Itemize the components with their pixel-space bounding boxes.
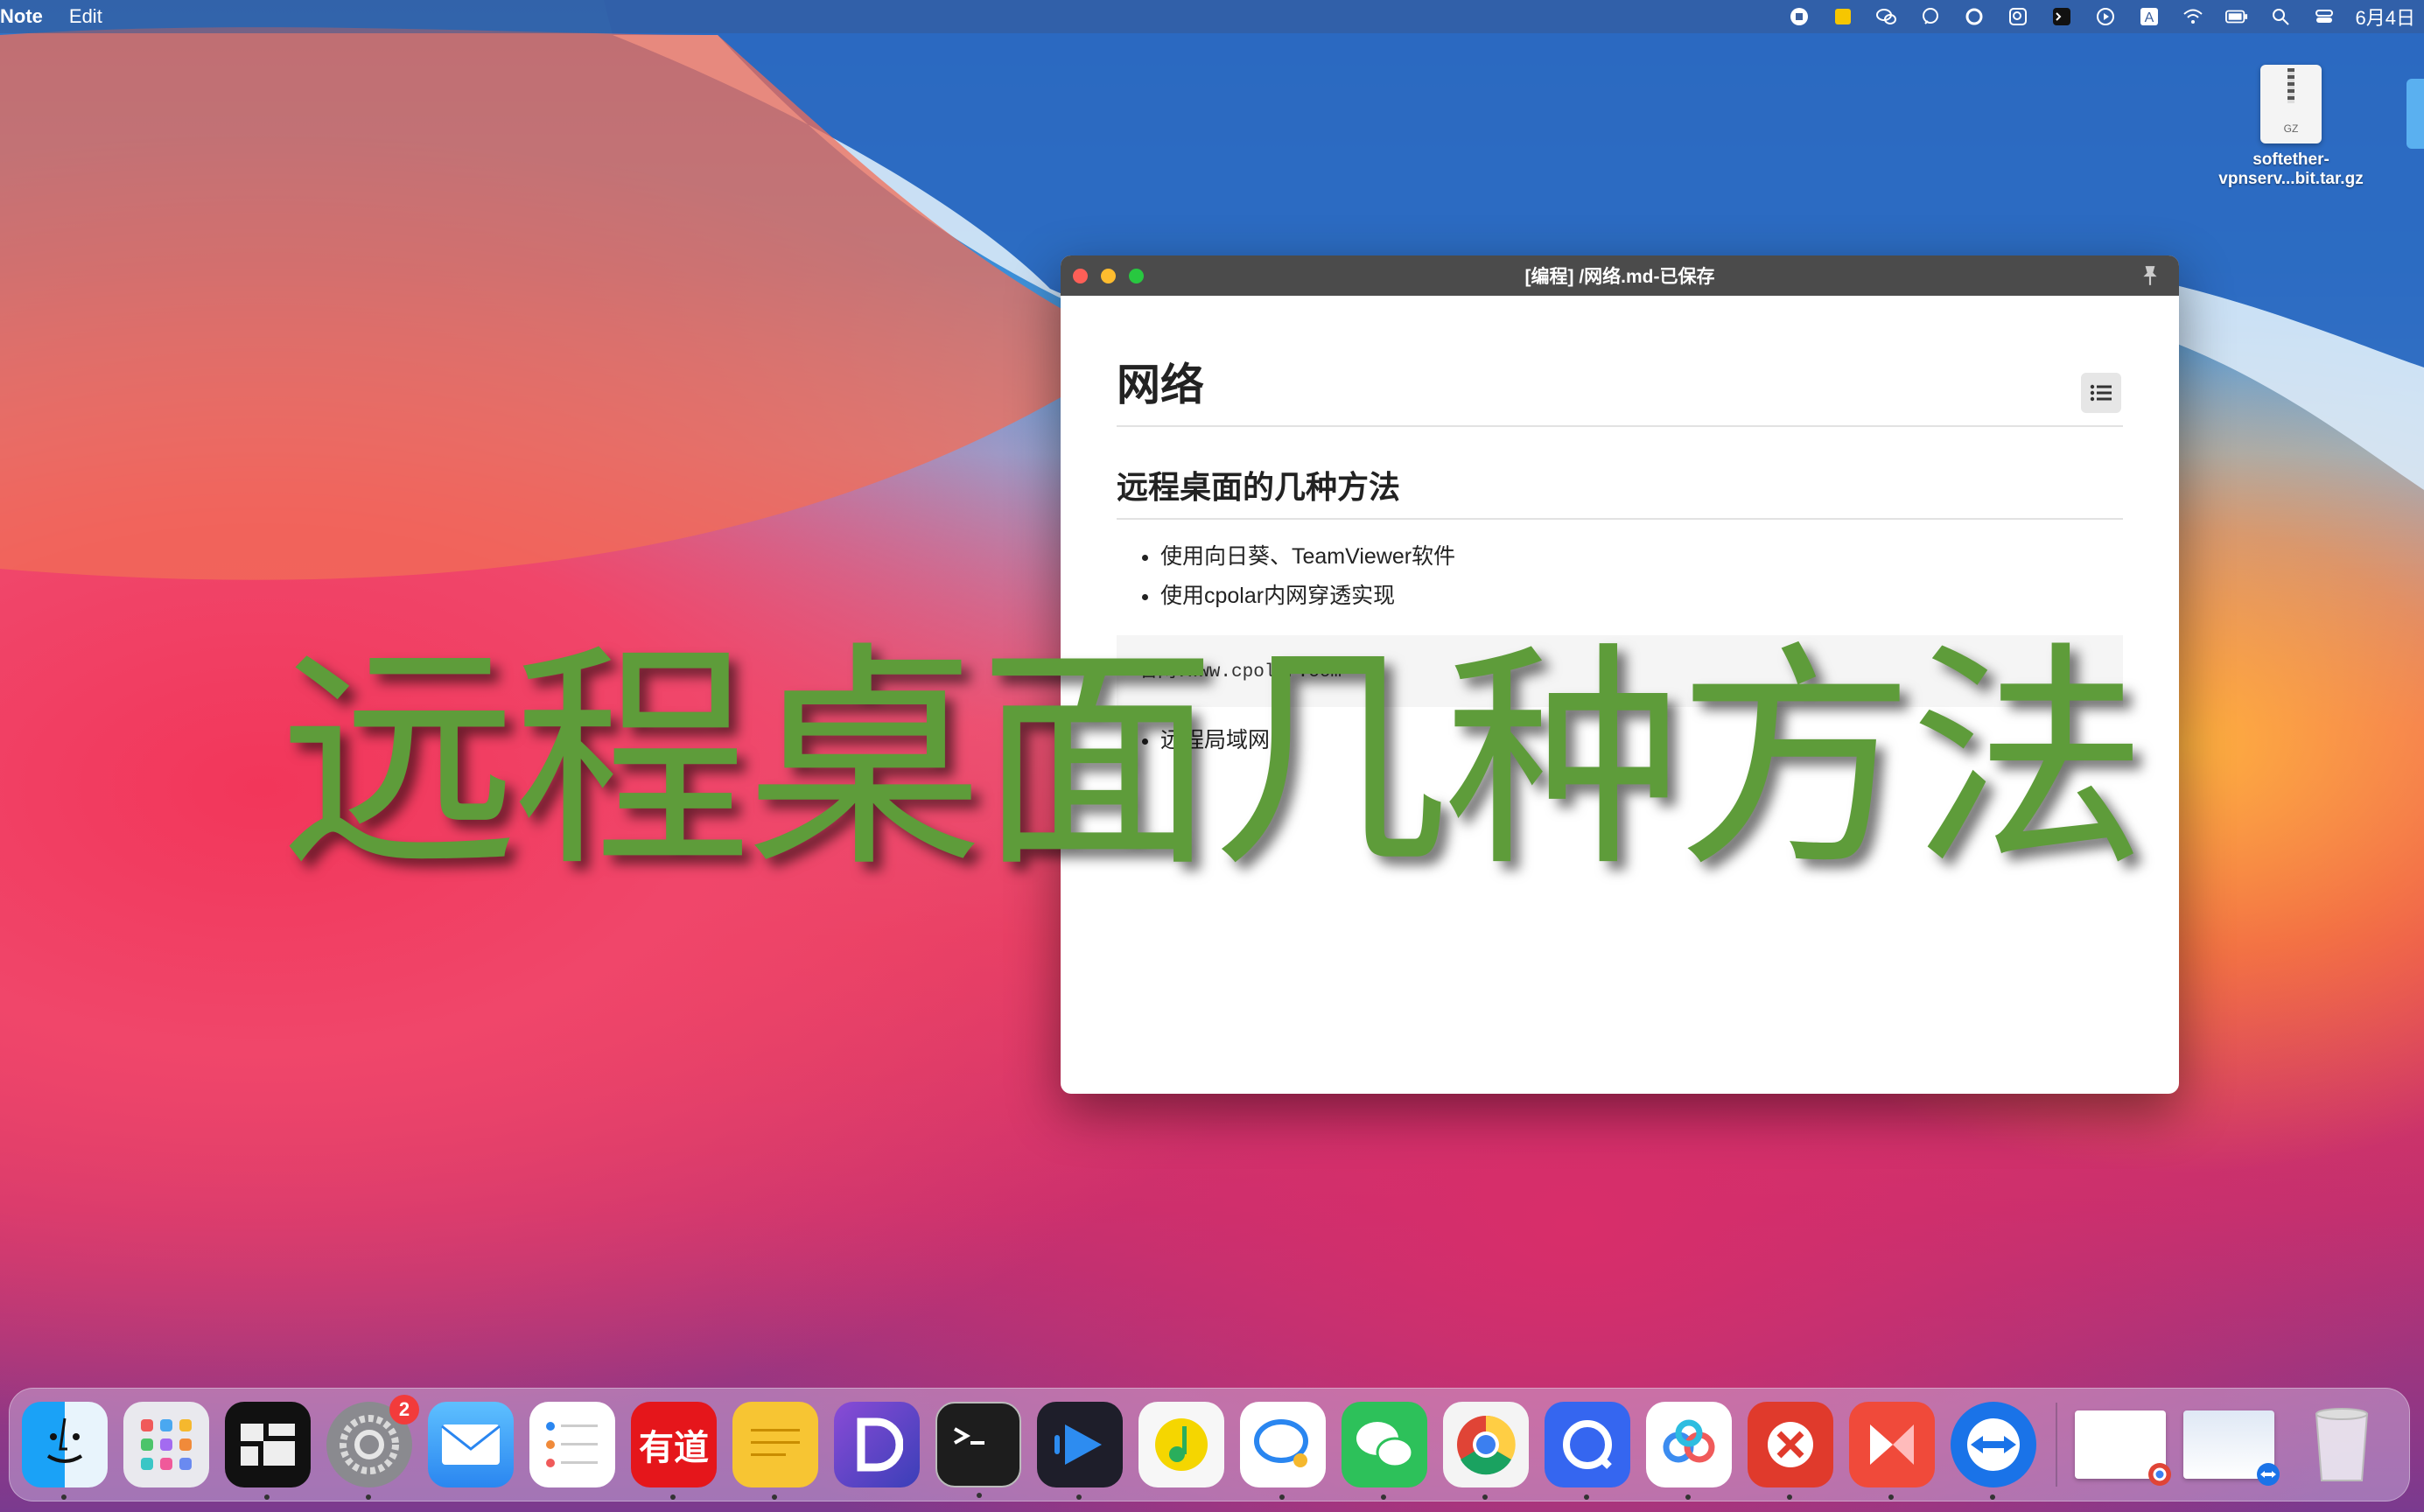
dock-reminders[interactable] (529, 1402, 615, 1488)
control-center-icon[interactable] (2312, 6, 2336, 27)
cloud-rings-icon (1663, 1419, 1715, 1463)
window-title: [编程] /网络.md-已保存 (1524, 267, 1715, 287)
doc-heading-1: 网络 (1117, 296, 2123, 427)
dock-qq-music[interactable] (1138, 1402, 1224, 1488)
dock-mission-control[interactable] (225, 1402, 311, 1500)
dock-chat-app[interactable] (1240, 1402, 1326, 1500)
dock-separator (2056, 1403, 2057, 1487)
dock-chrome[interactable] (1443, 1402, 1529, 1500)
file-name-line2: vpnserv...bit.tar.gz (2218, 170, 2364, 188)
chrome-badge-icon (2148, 1463, 2171, 1486)
chat-icon[interactable] (1918, 6, 1943, 27)
envelope-icon (441, 1424, 501, 1465)
record-stop-icon[interactable] (1787, 6, 1811, 27)
notification-badge: 2 (389, 1395, 419, 1424)
menu-edit[interactable]: Edit (69, 5, 102, 28)
desktop-file-softether[interactable]: GZ softether- vpnserv...bit.tar.gz (2203, 65, 2378, 189)
dock: 2 有道 (9, 1388, 2410, 1502)
dock-system-preferences[interactable]: 2 (326, 1395, 419, 1500)
menu-bar: Note Edit A 6月4日 (0, 0, 2424, 33)
note-lines-icon (751, 1429, 800, 1456)
archive-file-icon: GZ (2260, 65, 2322, 144)
d-letter-icon (857, 1418, 903, 1472)
sync-icon[interactable] (1962, 6, 1986, 27)
list-item: 使用cpolar内网穿透实现 (1160, 577, 2123, 616)
youdao-label: 有道 (639, 1429, 709, 1467)
spotlight-search-icon[interactable] (2268, 6, 2293, 27)
checklist-icon (546, 1422, 598, 1467)
menu-app-name[interactable]: Note (0, 5, 43, 28)
play-icon[interactable] (2093, 6, 2118, 27)
window-titlebar[interactable]: [编程] /网络.md-已保存 (1061, 256, 2179, 296)
refresh-ring-icon (1563, 1420, 1612, 1469)
bookmark-play-icon (1870, 1424, 1914, 1465)
trash-icon (2315, 1408, 2369, 1481)
remote-arrows-icon (1768, 1422, 1813, 1467)
terminal-app-icon[interactable] (2049, 6, 2074, 27)
dock-sync-app[interactable] (1545, 1402, 1630, 1500)
window-tiles-icon (241, 1424, 295, 1466)
terminal-prompt-icon (954, 1427, 984, 1445)
desktop-folder-icon[interactable] (2406, 79, 2424, 149)
pin-icon[interactable] (2139, 264, 2161, 287)
svg-text:A: A (2144, 10, 2154, 25)
music-note-icon (1155, 1418, 1208, 1471)
search-app-icon[interactable] (2006, 6, 2030, 27)
dock-stickies[interactable] (732, 1402, 818, 1500)
zoom-button[interactable] (1129, 269, 1144, 284)
chrome-icon (1457, 1415, 1516, 1475)
menu-date[interactable]: 6月4日 (2356, 3, 2415, 31)
overlay-caption: 远程桌面几种方法 (280, 623, 2147, 900)
sticky-note-icon[interactable] (1831, 6, 1855, 27)
dock-minimized-window-1[interactable] (2075, 1410, 2171, 1486)
input-method-icon[interactable]: A (2137, 6, 2161, 27)
close-button[interactable] (1073, 269, 1088, 284)
dock-dash-app[interactable] (834, 1402, 920, 1488)
dock-teamviewer[interactable] (1951, 1402, 2036, 1500)
battery-icon[interactable] (2224, 6, 2249, 27)
play-triangle-icon (1054, 1424, 1102, 1465)
dock-infuse-player[interactable] (1037, 1402, 1123, 1500)
finder-icon (46, 1418, 83, 1463)
chat-bubble-icon (1254, 1419, 1308, 1467)
dock-finder[interactable] (22, 1402, 108, 1500)
toc-button[interactable] (2081, 373, 2121, 413)
menu-extras: A 6月4日 (1787, 0, 2424, 33)
teamviewer-badge-icon (2257, 1463, 2280, 1486)
dock-remote-desktop[interactable] (1748, 1402, 1833, 1500)
dock-baidu-netdisk[interactable] (1646, 1402, 1732, 1500)
wechat-icon[interactable] (1874, 6, 1899, 27)
dock-parallels[interactable] (1849, 1402, 1935, 1500)
minimize-button[interactable] (1101, 269, 1116, 284)
launchpad-grid-icon (141, 1419, 192, 1470)
file-name-line1: softether- (2252, 150, 2329, 169)
gear-icon (340, 1415, 399, 1474)
list-icon (2090, 384, 2112, 402)
doc-heading-2: 远程桌面的几种方法 (1117, 462, 2123, 520)
dock-minimized-window-2[interactable] (2183, 1410, 2280, 1486)
wifi-icon[interactable] (2181, 6, 2205, 27)
dock-mail[interactable] (428, 1402, 514, 1488)
teamviewer-arrows-icon (1967, 1418, 2020, 1471)
dock-terminal[interactable] (935, 1402, 1021, 1498)
dock-wechat[interactable] (1342, 1402, 1427, 1500)
dock-launchpad[interactable] (123, 1402, 209, 1488)
dock-trash[interactable] (2299, 1402, 2385, 1488)
list-item: 使用向日葵、TeamViewer软件 (1160, 537, 2123, 577)
bullet-list: 使用向日葵、TeamViewer软件 使用cpolar内网穿透实现 (1117, 537, 2123, 616)
wechat-bubbles-icon (1356, 1422, 1414, 1468)
dock-youdao[interactable]: 有道 (631, 1402, 717, 1500)
